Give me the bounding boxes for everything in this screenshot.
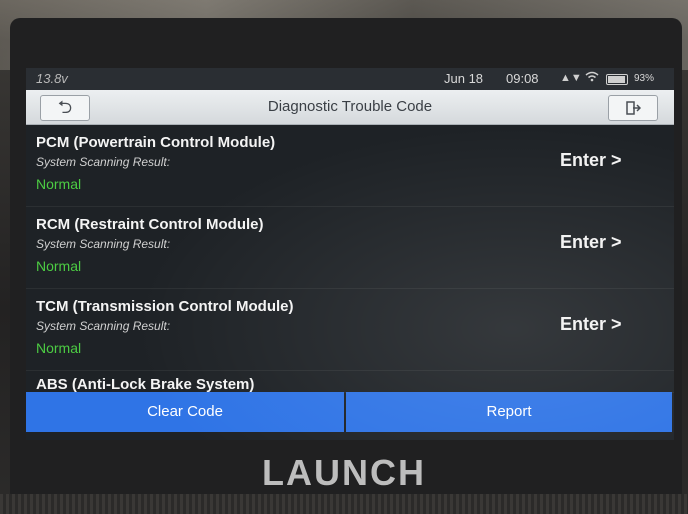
- battery-percent: 93%: [634, 73, 655, 84]
- scan-result-label: System Scanning Result:: [36, 155, 171, 169]
- module-name: TCM (Transmission Control Module): [36, 298, 294, 315]
- module-name: PCM (Powertrain Control Module): [36, 134, 276, 151]
- module-item-pcm[interactable]: PCM (Powertrain Control Module) System S…: [26, 124, 674, 207]
- status-bar: 13.8v Jun 18 09:08 ▲▼ 93%: [26, 68, 674, 90]
- data-signal-icon: ▲▼: [560, 72, 582, 84]
- exit-icon: [626, 101, 642, 115]
- title-bar: ⮌ Diagnostic Trouble Code: [26, 90, 674, 125]
- scan-status: Normal: [36, 258, 82, 274]
- device-screen: 13.8v Jun 18 09:08 ▲▼ 93% ⮌ Diagnostic T…: [26, 68, 674, 440]
- brand-logo: LAUNCH: [262, 452, 426, 493]
- module-name: ABS (Anti-Lock Brake System): [36, 376, 255, 393]
- status-icons: ▲▼: [560, 71, 599, 84]
- device-grille: [0, 494, 688, 514]
- module-name: RCM (Restraint Control Module): [36, 216, 264, 233]
- status-time: 09:08: [506, 71, 539, 86]
- scan-status: Normal: [36, 176, 82, 192]
- action-bar: Clear Code Report: [26, 392, 674, 436]
- page-title: Diagnostic Trouble Code: [267, 98, 433, 115]
- wifi-icon: [585, 71, 599, 82]
- module-list: PCM (Powertrain Control Module) System S…: [26, 124, 674, 393]
- report-button[interactable]: Report: [346, 392, 672, 432]
- battery-icon: [606, 74, 628, 85]
- enter-button[interactable]: Enter >: [560, 232, 622, 253]
- scan-result-label: System Scanning Result:: [36, 237, 171, 251]
- exit-button[interactable]: [608, 95, 658, 121]
- module-item-abs[interactable]: ABS (Anti-Lock Brake System): [26, 370, 674, 393]
- scan-result-label: System Scanning Result:: [36, 319, 171, 333]
- battery-fill: [608, 76, 625, 83]
- voltage-readout: 13.8v: [36, 71, 68, 86]
- enter-button[interactable]: Enter >: [560, 150, 622, 171]
- clear-code-button[interactable]: Clear Code: [26, 392, 344, 432]
- module-item-rcm[interactable]: RCM (Restraint Control Module) System Sc…: [26, 206, 674, 289]
- scan-status: Normal: [36, 340, 82, 356]
- module-item-tcm[interactable]: TCM (Transmission Control Module) System…: [26, 288, 674, 371]
- status-date: Jun 18: [444, 71, 484, 86]
- enter-button[interactable]: Enter >: [560, 314, 622, 335]
